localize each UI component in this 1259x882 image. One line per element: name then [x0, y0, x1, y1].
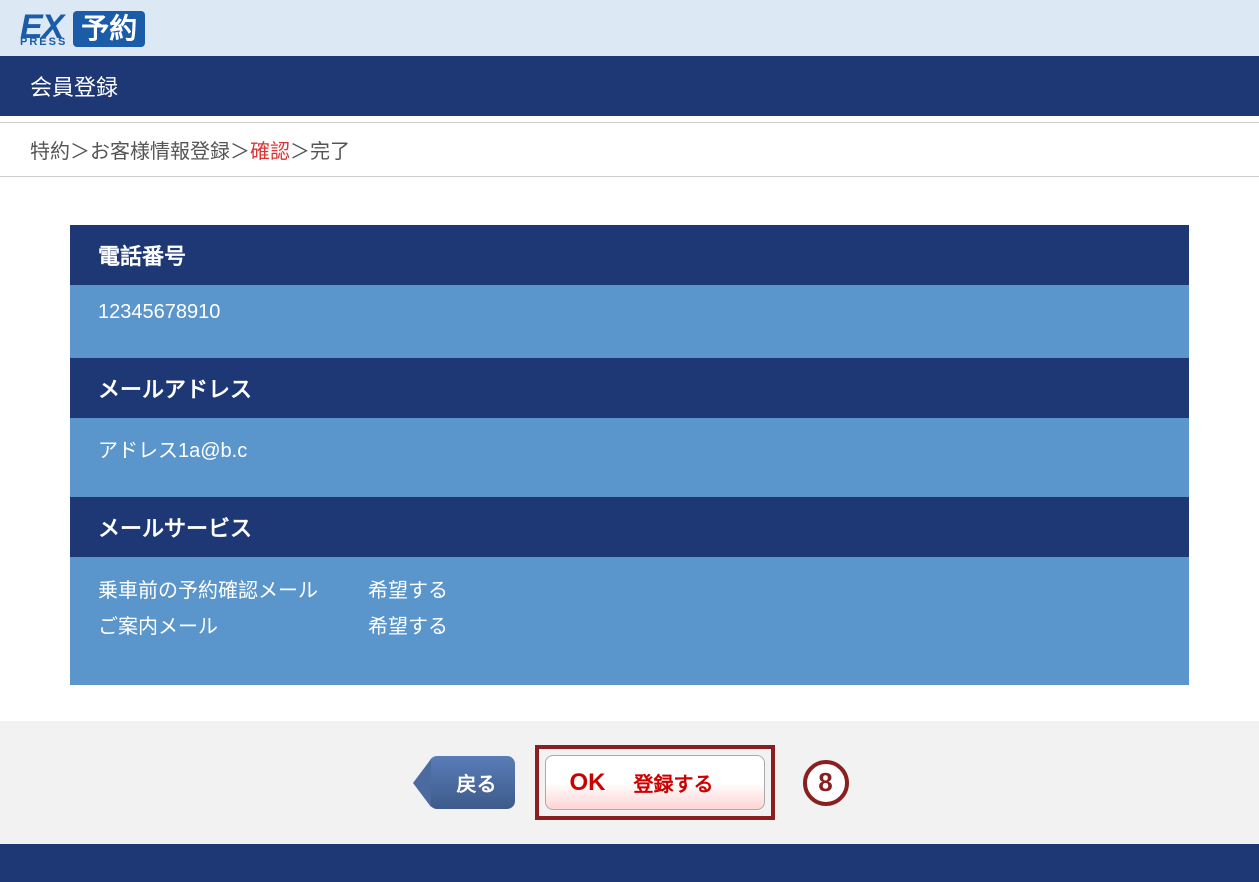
- breadcrumb-step-current: 確認: [250, 141, 290, 163]
- ok-register-button[interactable]: OK 登録する: [545, 755, 765, 810]
- mail-service-value-2: 希望する: [368, 609, 448, 645]
- breadcrumb-step-1: 特約: [30, 141, 70, 163]
- mail-service-heading: メールサービス: [70, 497, 1189, 557]
- ok-text: OK: [570, 769, 606, 797]
- breadcrumb-step-4: 完了: [310, 141, 350, 163]
- breadcrumb: 特約＞お客様情報登録＞確認＞完了: [0, 122, 1259, 177]
- mail-service-label-2: ご案内メール: [98, 609, 338, 645]
- mail-service-label-1: 乗車前の予約確認メール: [98, 573, 338, 609]
- step-badge: 8: [803, 760, 849, 806]
- footer-bar: [0, 844, 1259, 882]
- email-value: アドレス1a@b.c: [70, 418, 1189, 479]
- mail-service-body: 乗車前の予約確認メール 希望する ご案内メール 希望する: [70, 557, 1189, 661]
- logo-yoyaku-text: 予約: [73, 11, 145, 47]
- breadcrumb-step-2: お客様情報登録: [90, 141, 230, 163]
- mail-service-value-1: 希望する: [368, 573, 448, 609]
- info-panel: 電話番号 12345678910 メールアドレス アドレス1a@b.c メールサ…: [70, 225, 1189, 685]
- email-heading: メールアドレス: [70, 358, 1189, 418]
- mail-service-row-2: ご案内メール 希望する: [98, 609, 1161, 645]
- phone-value: 12345678910: [70, 285, 1189, 340]
- logo: EX PRESS 予約: [20, 10, 145, 48]
- back-button[interactable]: 戻る: [429, 756, 515, 809]
- page-title: 会員登録: [0, 56, 1259, 116]
- content-area: 電話番号 12345678910 メールアドレス アドレス1a@b.c メールサ…: [0, 177, 1259, 721]
- button-bar: 戻る OK 登録する 8: [0, 721, 1259, 844]
- phone-heading: 電話番号: [70, 225, 1189, 285]
- header-top: EX PRESS 予約: [0, 0, 1259, 56]
- ok-label: 登録する: [634, 768, 714, 797]
- logo-press-text: PRESS: [20, 36, 67, 48]
- ok-button-highlight: OK 登録する: [535, 745, 775, 820]
- mail-service-row-1: 乗車前の予約確認メール 希望する: [98, 573, 1161, 609]
